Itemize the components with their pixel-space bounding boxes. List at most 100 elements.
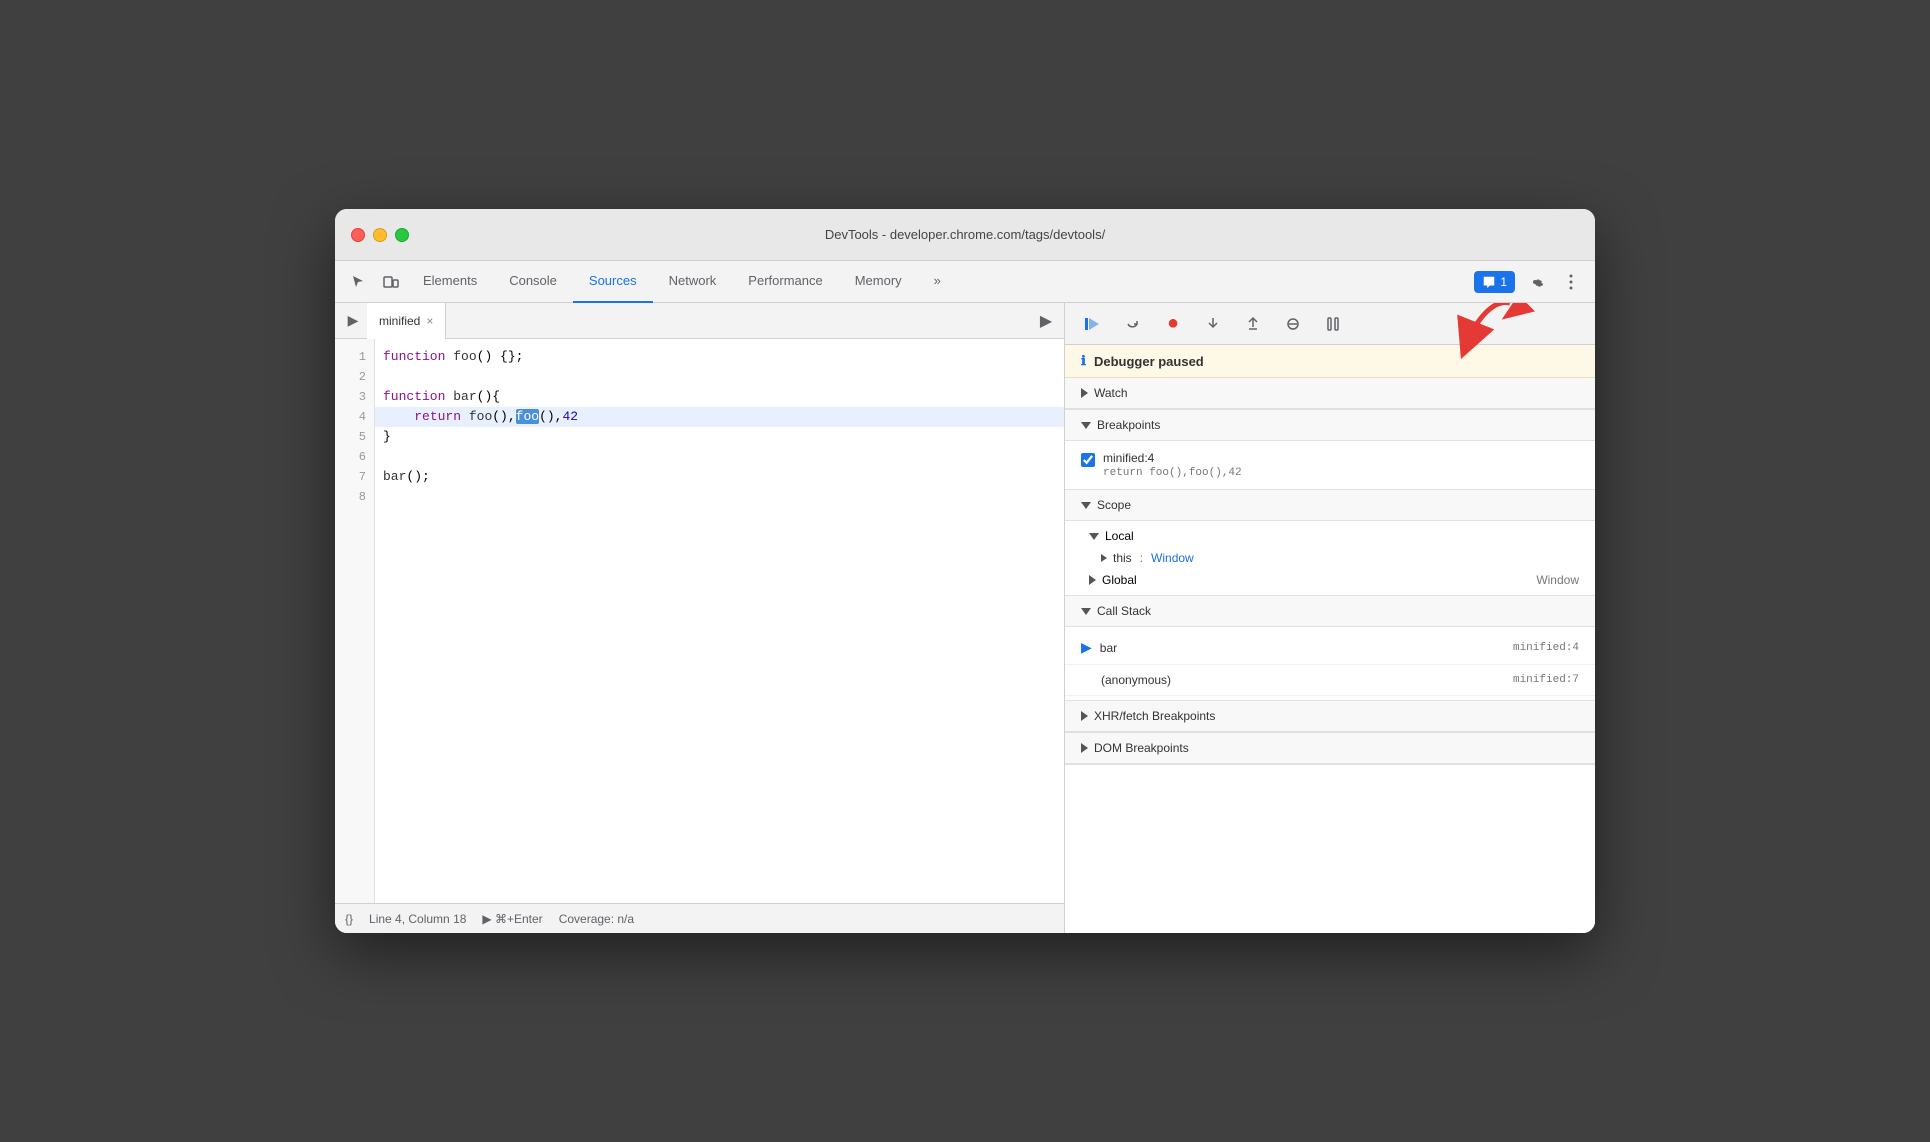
line-num-6: 6: [335, 447, 374, 467]
scope-content: Local this : Window Global: [1065, 521, 1595, 595]
callstack-item-anonymous[interactable]: (anonymous) minified:7: [1065, 665, 1595, 696]
window-title: DevTools - developer.chrome.com/tags/dev…: [825, 227, 1105, 242]
current-frame-arrow: ▶: [1081, 639, 1092, 656]
xhr-header[interactable]: XHR/fetch Breakpoints: [1065, 701, 1595, 732]
callstack-item-bar[interactable]: ▶ bar minified:4: [1065, 631, 1595, 665]
global-label: Global: [1102, 573, 1137, 587]
callstack-section: Call Stack ▶ bar minified:4 (anonymous) …: [1065, 596, 1595, 701]
coverage-status: Coverage: n/a: [559, 912, 634, 926]
tab-elements[interactable]: Elements: [407, 261, 493, 303]
tab-memory[interactable]: Memory: [839, 261, 918, 303]
watch-header[interactable]: Watch: [1065, 378, 1595, 409]
panel-expand-icon[interactable]: ▶: [339, 307, 367, 335]
dom-header[interactable]: DOM Breakpoints: [1065, 733, 1595, 764]
scope-val-this: Window: [1151, 551, 1194, 565]
device-toggle-icon[interactable]: [375, 266, 407, 298]
callstack-loc-anonymous: minified:7: [1513, 674, 1579, 686]
dom-collapse-icon: [1081, 743, 1088, 753]
tab-more[interactable]: »: [918, 261, 957, 303]
breakpoints-header[interactable]: Breakpoints: [1065, 410, 1595, 441]
local-label: Local: [1105, 529, 1134, 543]
settings-icon[interactable]: [1519, 266, 1551, 298]
file-tab-minified[interactable]: minified ×: [367, 303, 446, 339]
breakpoints-content: minified:4 return foo(),foo(),42: [1065, 441, 1595, 489]
main-content: ▶ minified × ▶ 1 2 3 4 5 6: [335, 303, 1595, 933]
global-expand-icon: [1089, 575, 1096, 585]
callstack-header[interactable]: Call Stack: [1065, 596, 1595, 627]
callstack-collapse-icon: [1081, 608, 1091, 615]
scope-header[interactable]: Scope: [1065, 490, 1595, 521]
line-num-7: 7: [335, 467, 374, 487]
info-icon: ℹ: [1081, 353, 1086, 369]
code-line-1: function foo() {};: [375, 347, 1064, 367]
code-line-4: return foo(),foo(),42: [375, 407, 1064, 427]
tabs-right-controls: 1: [1474, 266, 1587, 298]
callstack-content: ▶ bar minified:4 (anonymous) minified:7: [1065, 627, 1595, 700]
watch-collapse-icon: [1081, 388, 1088, 398]
xhr-section: XHR/fetch Breakpoints: [1065, 701, 1595, 733]
debugger-paused-banner: ℹ Debugger paused: [1065, 345, 1595, 378]
code-editor[interactable]: 1 2 3 4 5 6 7 8 function foo() {}; funct…: [335, 339, 1064, 903]
code-line-2: [375, 367, 1064, 387]
step-over-button[interactable]: [1117, 308, 1149, 340]
run-status: ▶ ⌘+Enter: [482, 912, 542, 926]
step-into-button[interactable]: [1197, 308, 1229, 340]
tab-performance[interactable]: Performance: [732, 261, 838, 303]
debugger-paused-text: Debugger paused: [1094, 354, 1204, 369]
line-num-5: 5: [335, 427, 374, 447]
code-line-7: bar();: [375, 467, 1064, 487]
code-line-8: [375, 487, 1064, 507]
breakpoint-item: minified:4 return foo(),foo(),42: [1065, 445, 1595, 485]
devtools-tabbar: Elements Console Sources Network Perform…: [335, 261, 1595, 303]
dom-section: DOM Breakpoints: [1065, 733, 1595, 765]
scope-local-header[interactable]: Local: [1065, 525, 1595, 547]
tab-console[interactable]: Console: [493, 261, 573, 303]
breakpoint-code: return foo(),foo(),42: [1103, 467, 1579, 479]
pause-on-exceptions-button[interactable]: [1317, 308, 1349, 340]
xhr-collapse-icon: [1081, 711, 1088, 721]
line-num-4: 4: [335, 407, 374, 427]
code-line-5: }: [375, 427, 1064, 447]
breakpoint-checkbox[interactable]: [1081, 453, 1095, 467]
message-badge-button[interactable]: 1: [1474, 271, 1515, 293]
debug-panel: ℹ Debugger paused Watch: [1065, 345, 1595, 933]
run-snippet-button[interactable]: ▶: [1032, 307, 1060, 335]
line-num-3: 3: [335, 387, 374, 407]
step-out-button[interactable]: [1237, 308, 1269, 340]
global-value: Window: [1536, 573, 1579, 587]
breakpoint-location: minified:4: [1103, 451, 1579, 465]
callstack-name-bar: bar: [1100, 641, 1505, 655]
cursor-icon[interactable]: [343, 266, 375, 298]
code-line-6: [375, 447, 1064, 467]
devtools-container: Elements Console Sources Network Perform…: [335, 261, 1595, 933]
callstack-name-anonymous: (anonymous): [1081, 673, 1505, 687]
line-num-8: 8: [335, 487, 374, 507]
scope-global-item[interactable]: Global Window: [1065, 569, 1595, 591]
format-icon[interactable]: {}: [345, 912, 353, 926]
resume-button[interactable]: [1077, 308, 1109, 340]
status-bar: {} Line 4, Column 18 ▶ ⌘+Enter Coverage:…: [335, 903, 1064, 933]
code-content[interactable]: function foo() {}; function bar(){ retur…: [375, 339, 1064, 903]
tab-sources[interactable]: Sources: [573, 261, 653, 303]
this-expand-icon[interactable]: [1101, 554, 1107, 562]
line-num-2: 2: [335, 367, 374, 387]
local-collapse-icon: [1089, 533, 1099, 540]
tab-network[interactable]: Network: [653, 261, 733, 303]
left-panel: ▶ minified × ▶ 1 2 3 4 5 6: [335, 303, 1065, 933]
deactivate-breakpoints-button[interactable]: [1277, 308, 1309, 340]
line-num-1: 1: [335, 347, 374, 367]
maximize-button[interactable]: [395, 228, 409, 242]
debug-toolbar-container: ●: [1065, 303, 1595, 345]
file-tab-close-button[interactable]: ×: [426, 314, 433, 328]
breakpoint-details: minified:4 return foo(),foo(),42: [1103, 451, 1579, 479]
titlebar: DevTools - developer.chrome.com/tags/dev…: [335, 209, 1595, 261]
breakpoints-section: Breakpoints minified:4 return foo(),foo(…: [1065, 410, 1595, 490]
scope-section: Scope Local this : Window: [1065, 490, 1595, 596]
more-options-icon[interactable]: [1555, 266, 1587, 298]
minimize-button[interactable]: [373, 228, 387, 242]
close-button[interactable]: [351, 228, 365, 242]
scope-collapse-icon: [1081, 502, 1091, 509]
debug-toolbar: ●: [1065, 303, 1595, 345]
right-panel: ●: [1065, 303, 1595, 933]
watch-section: Watch: [1065, 378, 1595, 410]
